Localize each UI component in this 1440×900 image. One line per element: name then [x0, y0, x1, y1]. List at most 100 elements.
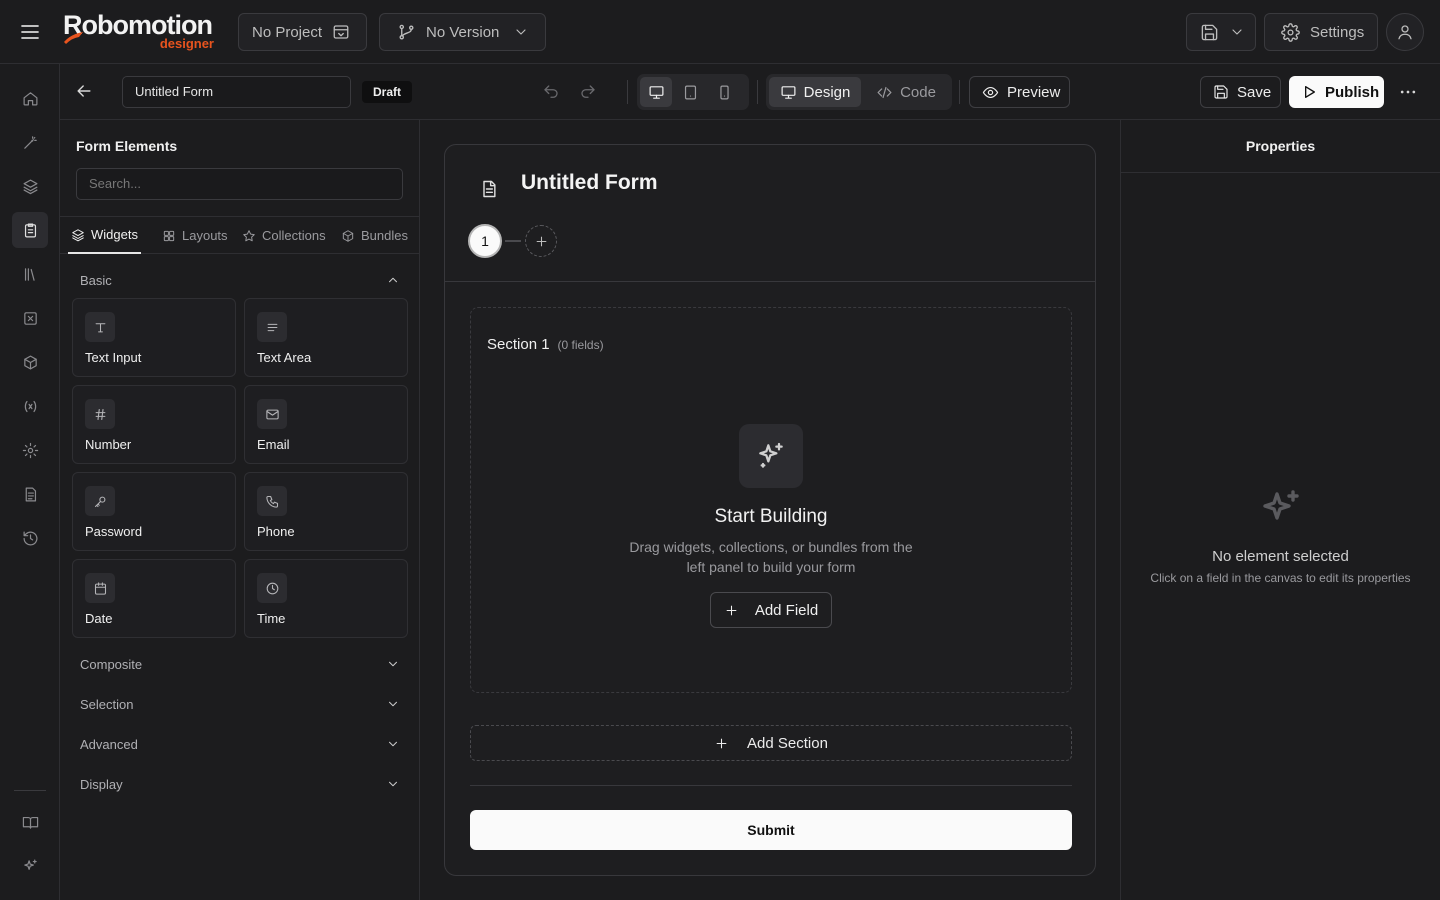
monitor-icon	[648, 84, 665, 101]
widget-time[interactable]: Time	[244, 559, 408, 638]
floppy-disk-icon	[1213, 84, 1229, 100]
floppy-disk-icon	[1200, 23, 1219, 42]
publish-label: Publish	[1325, 83, 1380, 101]
empty-state-title: Start Building	[714, 506, 828, 527]
more-horizontal-icon[interactable]	[1398, 82, 1418, 102]
divider	[627, 80, 628, 104]
widget-date[interactable]: Date	[72, 559, 236, 638]
logo-swoosh	[64, 32, 83, 44]
chevron-down-icon	[386, 697, 400, 711]
empty-properties-description: Click on a field in the canvas to edit i…	[1150, 571, 1411, 585]
undo-icon[interactable]	[542, 83, 560, 101]
device-switcher	[637, 74, 749, 110]
tablet-icon	[682, 84, 699, 101]
add-field-label: Add Field	[754, 601, 819, 619]
tablet-view-button[interactable]	[674, 77, 706, 107]
form-title[interactable]: Untitled Form	[521, 171, 658, 195]
save-button[interactable]: Save	[1200, 76, 1281, 108]
chevron-down-icon	[513, 24, 529, 40]
widget-label: Text Input	[85, 350, 142, 365]
widget-password[interactable]: Password	[72, 472, 236, 551]
version-selector[interactable]: No Version	[379, 13, 546, 51]
submit-button[interactable]: Submit	[470, 810, 1072, 850]
sparkles-icon[interactable]	[12, 848, 48, 884]
back-arrow-icon[interactable]	[74, 81, 96, 103]
robomotion-logo[interactable]: Robomotion designer	[63, 10, 223, 52]
settings-button[interactable]: Settings	[1264, 13, 1378, 51]
tab-bundles[interactable]: Bundles	[341, 217, 408, 254]
section-header: Section 1 (0 fields)	[487, 336, 604, 353]
redo-icon[interactable]	[579, 83, 597, 101]
section-dropzone[interactable]: Section 1 (0 fields) Start Building Drag…	[470, 307, 1072, 693]
magic-wand-icon[interactable]	[12, 124, 48, 160]
section-field-count: (0 fields)	[557, 338, 604, 352]
widget-label: Text Area	[257, 350, 312, 365]
group-selection[interactable]: Selection	[80, 694, 400, 714]
group-composite[interactable]: Composite	[80, 654, 400, 674]
widget-phone[interactable]: Phone	[244, 472, 408, 551]
tab-layouts[interactable]: Layouts	[162, 217, 228, 254]
add-field-button[interactable]: Add Field	[710, 592, 832, 628]
mobile-view-button[interactable]	[708, 77, 740, 107]
tab-widgets[interactable]: Widgets	[68, 217, 141, 254]
properties-panel: Properties No element selected Click on …	[1120, 120, 1440, 900]
group-advanced[interactable]: Advanced	[80, 734, 400, 754]
user-avatar-button[interactable]	[1386, 13, 1424, 51]
form-toolbar: Untitled Form Draft Design Code Preview …	[60, 64, 1440, 120]
widget-number[interactable]: Number	[72, 385, 236, 464]
code-icon	[876, 84, 893, 101]
group-label: Advanced	[80, 736, 138, 752]
chevron-down-icon	[386, 777, 400, 791]
group-basic[interactable]: Basic	[80, 270, 400, 290]
step-indicator[interactable]: 1	[468, 224, 502, 258]
form-elements-panel: Form Elements Search... Widgets Layouts …	[60, 120, 420, 900]
preview-button[interactable]: Preview	[969, 76, 1070, 108]
widget-email[interactable]: Email	[244, 385, 408, 464]
tab-label: Widgets	[91, 227, 138, 242]
left-rail	[0, 64, 60, 900]
publish-button[interactable]: Publish	[1289, 76, 1384, 108]
form-header: Untitled Form 1	[445, 145, 1095, 282]
rail-divider	[14, 790, 46, 791]
widget-text-area[interactable]: Text Area	[244, 298, 408, 377]
file-text-icon	[479, 179, 499, 199]
widget-text-input[interactable]: Text Input	[72, 298, 236, 377]
group-label: Display	[80, 776, 123, 792]
type-icon	[85, 312, 115, 342]
tab-collections[interactable]: Collections	[242, 217, 326, 254]
document-icon[interactable]	[12, 476, 48, 512]
desktop-view-button[interactable]	[640, 77, 672, 107]
settings-gear-icon[interactable]	[12, 432, 48, 468]
mail-icon	[257, 399, 287, 429]
home-icon[interactable]	[12, 80, 48, 116]
search-input[interactable]: Search...	[76, 168, 403, 200]
form-name-input[interactable]: Untitled Form	[122, 76, 351, 108]
group-label: Selection	[80, 696, 134, 712]
settings-label: Settings	[1310, 23, 1365, 41]
plus-icon	[534, 234, 549, 249]
square-x-icon[interactable]	[12, 300, 48, 336]
widget-label: Time	[257, 611, 286, 626]
clipboard-form-icon[interactable]	[12, 212, 48, 248]
add-step-button[interactable]	[525, 225, 557, 257]
save-menu-button[interactable]	[1186, 13, 1256, 51]
history-icon[interactable]	[12, 520, 48, 556]
project-label: No Project	[252, 23, 323, 41]
element-tabs: Widgets Layouts Collections Bundles	[60, 216, 420, 254]
variable-icon[interactable]	[12, 388, 48, 424]
book-open-icon[interactable]	[12, 804, 48, 840]
package-icon[interactable]	[12, 344, 48, 380]
divider	[470, 785, 1072, 786]
add-section-button[interactable]: Add Section	[470, 725, 1072, 761]
group-display[interactable]: Display	[80, 774, 400, 794]
key-icon	[85, 486, 115, 516]
layers-icon[interactable]	[12, 168, 48, 204]
code-mode-button[interactable]: Code	[863, 77, 949, 107]
menu-icon[interactable]	[18, 20, 42, 44]
layers-icon	[71, 228, 85, 242]
mode-switcher: Design Code	[766, 74, 952, 110]
design-mode-button[interactable]: Design	[769, 77, 861, 107]
project-selector[interactable]: No Project	[238, 13, 367, 51]
library-icon[interactable]	[12, 256, 48, 292]
hash-icon	[85, 399, 115, 429]
